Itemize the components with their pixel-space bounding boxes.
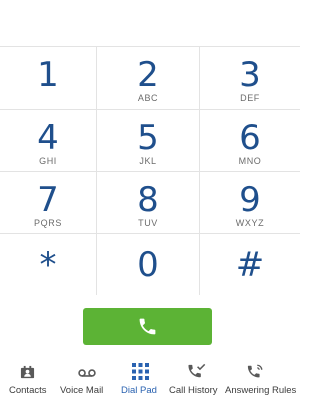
key-digit: # bbox=[235, 245, 265, 285]
key-digit: 5 bbox=[137, 118, 159, 158]
key-letters: TUV bbox=[138, 218, 158, 228]
key-8[interactable]: 8 TUV bbox=[97, 172, 200, 234]
key-letters: JKL bbox=[139, 156, 157, 166]
tab-call-history[interactable]: Call History bbox=[166, 355, 222, 400]
key-letters: MNO bbox=[238, 156, 262, 166]
tab-answering-rules[interactable]: Answering Rules bbox=[222, 355, 300, 400]
key-digit: 6 bbox=[239, 118, 261, 158]
call-button[interactable] bbox=[83, 308, 212, 345]
answering-rules-icon bbox=[247, 364, 263, 378]
call-history-icon bbox=[188, 363, 206, 378]
key-hash[interactable]: # bbox=[200, 234, 300, 295]
tab-label: Answering Rules bbox=[225, 385, 297, 396]
key-digit: 2 bbox=[137, 55, 159, 95]
key-digit: 7 bbox=[37, 180, 59, 220]
tab-label: Voice Mail bbox=[60, 385, 104, 396]
key-digit: 3 bbox=[239, 55, 261, 95]
bottom-tab-bar: Contacts Voice Mail Dial Pad Call Histor… bbox=[0, 355, 300, 400]
key-0[interactable]: 0 bbox=[97, 234, 200, 295]
key-5[interactable]: 5 JKL bbox=[97, 110, 200, 172]
tab-voice-mail[interactable]: Voice Mail bbox=[56, 355, 116, 400]
key-7[interactable]: 7 PQRS bbox=[0, 172, 97, 234]
key-2[interactable]: 2 ABC bbox=[97, 47, 200, 110]
key-3[interactable]: 3 DEF bbox=[200, 47, 300, 110]
tab-dial-pad[interactable]: Dial Pad bbox=[116, 355, 166, 400]
key-digit: 8 bbox=[137, 180, 159, 220]
key-6[interactable]: 6 MNO bbox=[200, 110, 300, 172]
key-letters: WXYZ bbox=[235, 218, 265, 228]
dial-keypad: 1 2 ABC 3 DEF 4 GHI 5 JKL 6 MNO 7 PQRS 8 bbox=[0, 47, 300, 295]
key-letters: DEF bbox=[240, 93, 260, 103]
key-1[interactable]: 1 bbox=[0, 47, 97, 110]
tab-label: Call History bbox=[169, 385, 218, 396]
tab-label: Contacts bbox=[9, 385, 47, 396]
dialer-screen: 1 2 ABC 3 DEF 4 GHI 5 JKL 6 MNO 7 PQRS 8 bbox=[0, 0, 300, 400]
key-letters: GHI bbox=[39, 156, 57, 166]
tab-label: Dial Pad bbox=[121, 385, 157, 396]
key-digit: 4 bbox=[37, 118, 59, 158]
key-digit: 1 bbox=[37, 55, 59, 95]
key-star[interactable]: * bbox=[0, 234, 97, 295]
contacts-icon bbox=[20, 365, 35, 379]
key-letters: PQRS bbox=[34, 218, 62, 228]
key-4[interactable]: 4 GHI bbox=[0, 110, 97, 172]
key-digit: 9 bbox=[239, 180, 261, 220]
voicemail-icon bbox=[78, 369, 96, 377]
dialpad-icon bbox=[132, 363, 149, 380]
key-digit: 0 bbox=[137, 245, 159, 285]
key-digit: * bbox=[39, 245, 57, 285]
tab-contacts[interactable]: Contacts bbox=[0, 355, 56, 400]
key-letters: ABC bbox=[137, 93, 159, 103]
key-9[interactable]: 9 WXYZ bbox=[200, 172, 300, 234]
phone-icon bbox=[139, 318, 156, 335]
